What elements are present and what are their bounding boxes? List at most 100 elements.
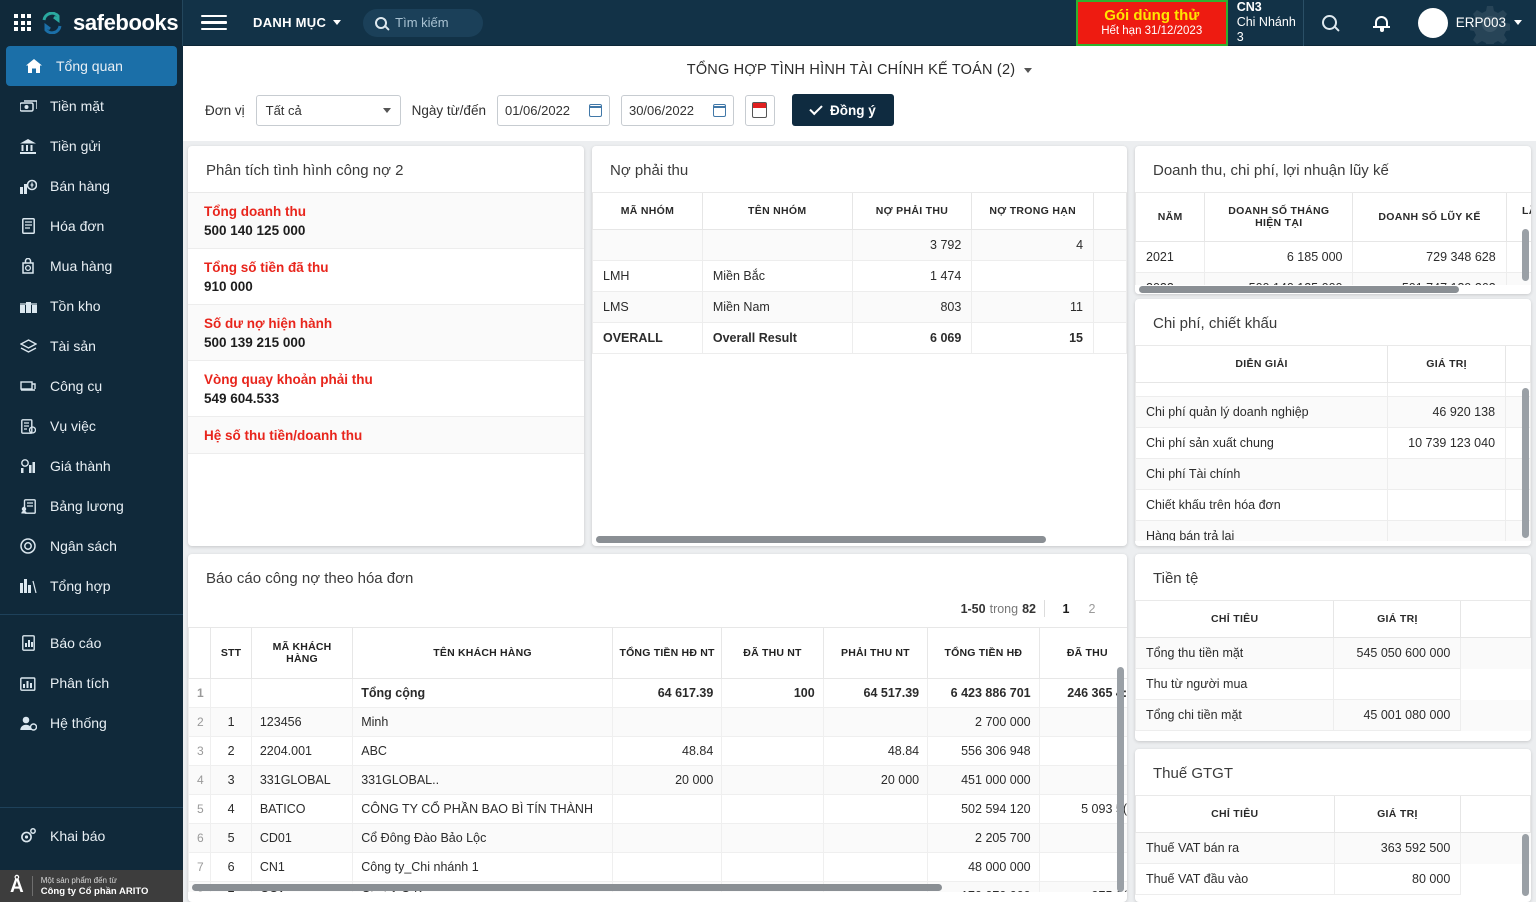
table-row[interactable]: Tổng thu tiền mặt 545 050 600 000 (1135, 637, 1531, 669)
table-row[interactable]: Chi phí sản xuất chung 10 739 123 040 (1135, 427, 1531, 459)
confirm-button[interactable]: Đồng ý (791, 94, 894, 126)
cell-label: Tổng thu tiền mặt (1135, 637, 1335, 669)
sidebar-item-khai-bao[interactable]: Khai báo (0, 816, 183, 856)
table-row[interactable]: Tổng chi tiền mặt 45 001 080 000 (1135, 699, 1531, 731)
calendar-icon[interactable] (712, 103, 726, 117)
sidebar-item-hoa-don[interactable]: Hóa đơn (0, 206, 183, 246)
trial-package-badge[interactable]: Gói dùng thử Hết hạn 31/12/2023 (1075, 0, 1228, 46)
invoice-icon (18, 217, 38, 235)
vertical-scrollbar-thumb[interactable] (1117, 667, 1124, 892)
table-row[interactable]: 7 6 CN1 Công ty_Chi nhánh 1 48 000 000 (188, 852, 1127, 882)
horizontal-scrollbar[interactable] (1135, 285, 1531, 294)
calendar-picker-button[interactable] (744, 94, 775, 126)
calendar-icon[interactable] (588, 103, 602, 117)
date-to-input[interactable]: 30/06/2022 (620, 94, 734, 126)
cell-total: 556 306 948 (927, 736, 1040, 766)
sidebar-item-tong-hop[interactable]: Tổng hợp (0, 566, 183, 606)
cell-paid (1038, 736, 1127, 766)
horizontal-scrollbar[interactable] (592, 535, 1127, 544)
sales-icon (18, 177, 38, 195)
hamburger-icon[interactable] (201, 14, 227, 31)
sidebar-item-phan-tich[interactable]: Phân tích (0, 663, 183, 703)
general-icon (18, 577, 38, 595)
sidebar-item-bang-luong[interactable]: Bảng lương (0, 486, 183, 526)
vertical-scrollbar-thumb[interactable] (1522, 388, 1529, 538)
cell-current-month: 500 140 125 000 (1204, 272, 1354, 285)
pagination-of-label: trong (989, 601, 1019, 616)
cell-rownum: 4 (188, 765, 212, 795)
cell-total: 451 000 000 (927, 765, 1040, 795)
search-icon (1322, 15, 1338, 30)
scrollbar-thumb[interactable] (596, 536, 1046, 543)
notification-button[interactable] (1356, 0, 1408, 46)
table-row[interactable]: LMS Miền Nam 803 11 (592, 291, 1127, 323)
header-search-button[interactable] (1304, 0, 1356, 46)
footer-line-2: Công ty Cổ phần ARITO (40, 885, 149, 897)
cost-icon (18, 457, 38, 475)
sidebar-item-ton-kho[interactable]: Tồn kho (0, 286, 183, 326)
table-row[interactable]: 1 Tổng cộng 64 617.39 100 64 517.39 6 42… (188, 678, 1127, 708)
cell-total: 6 423 886 701 (927, 678, 1040, 708)
unit-select[interactable]: Tất cả (255, 94, 401, 126)
pagination-page-1[interactable]: 1 (1053, 602, 1079, 616)
kpi-value: 500 140 125 000 (204, 223, 306, 238)
table-row-total[interactable]: OVERALL Overall Result 6 069 15 (592, 322, 1127, 354)
sidebar-item-tien-mat[interactable]: Tiền mặt (0, 86, 183, 126)
card-vat: Thuế GTGT CHỈ TIÊU GIÁ TRỊ Thuế VAT bán … (1135, 749, 1531, 902)
table-row[interactable]: 4 3 331GLOBAL 331GLOBAL.. 20 000 20 000 … (188, 765, 1127, 795)
table-row[interactable]: 2021 6 185 000 729 348 628 -6 100 526 (1135, 241, 1531, 273)
report-title-selector[interactable]: TỔNG HỢP TÌNH HÌNH TÀI CHÍNH KẾ TOÁN (2) (183, 62, 1536, 78)
pagination-page-2[interactable]: 2 (1079, 602, 1105, 616)
user-menu[interactable]: ERP003 (1408, 0, 1536, 46)
cell-paid (1038, 823, 1127, 853)
scrollbar-thumb[interactable] (192, 884, 942, 891)
table-row[interactable]: Chi phí Tài chính (1135, 458, 1531, 490)
sidebar-item-bao-cao[interactable]: Báo cáo (0, 623, 183, 663)
table-row[interactable]: Hàng bán trả lại (1135, 520, 1531, 541)
horizontal-scrollbar[interactable] (188, 883, 1127, 892)
table-row[interactable]: 3 792 4 (592, 229, 1127, 261)
sidebar-item-tien-gui[interactable]: Tiền gửi (0, 126, 183, 166)
table-row[interactable]: 6 5 CD01 Cổ Đông Đào Bảo Lộc 2 205 700 (188, 823, 1127, 853)
vertical-scrollbar-thumb[interactable] (1522, 229, 1529, 281)
table-row[interactable]: 5 4 BATICO CÔNG TY CỔ PHẦN BAO BÌ TÍN TH… (188, 794, 1127, 824)
cell-in-term: 15 (971, 322, 1095, 354)
sidebar-item-vu-viec[interactable]: Vụ việc (0, 406, 183, 446)
table-row[interactable]: 2022 500 140 125 000 501 747 139 263 499… (1135, 272, 1531, 285)
cell-value (1387, 489, 1507, 521)
date-from-input[interactable]: 01/06/2022 (496, 94, 610, 126)
sidebar-item-gia-thanh[interactable]: Giá thành (0, 446, 183, 486)
cell-extra (1460, 637, 1531, 669)
search-input[interactable]: Tìm kiếm (363, 8, 484, 37)
cell-name: Miền Bắc (701, 260, 853, 292)
table-row[interactable] (1135, 382, 1531, 397)
revenue-table: NĂM DOANH SỐ THÁNG HIỆN TẠI DOANH SỐ LŨY… (1135, 193, 1531, 285)
kpi-value: 549 604.533 (204, 391, 280, 406)
sidebar-item-he-thong[interactable]: Hệ thống (0, 703, 183, 743)
purchase-icon (18, 257, 38, 275)
card-currency: Tiền tệ CHỈ TIÊU GIÁ TRỊ Tổng thu tiền m… (1135, 554, 1531, 741)
sidebar-item-ban-hang[interactable]: Bán hàng (0, 166, 183, 206)
sidebar-item-cong-cu[interactable]: Công cụ (0, 366, 183, 406)
table-row[interactable]: Thu từ người mua (1135, 668, 1531, 700)
table-row[interactable]: Chiết khấu trên hóa đơn (1135, 489, 1531, 521)
cell-in-term: 11 (971, 291, 1095, 323)
cell-label: Thuế VAT đầu vào (1135, 863, 1335, 895)
table-row[interactable]: 3 2 2204.001 ABC 48.84 48.84 556 306 948 (188, 736, 1127, 766)
vertical-scrollbar-thumb[interactable] (1522, 834, 1529, 896)
sidebar-item-tai-san[interactable]: Tài sản (0, 326, 183, 366)
table-row[interactable]: Chi phí quản lý doanh nghiệp 46 920 138 (1135, 396, 1531, 428)
sidebar-item-ngan-sach[interactable]: Ngân sách (0, 526, 183, 566)
table-row[interactable]: Thuế VAT bán ra 363 592 500 (1135, 832, 1531, 864)
sidebar-item-tong-quan[interactable]: Tổng quan (6, 46, 177, 86)
table-row[interactable]: LMH Miền Bắc 1 474 (592, 260, 1127, 292)
table-row[interactable]: Thuế VAT đầu vào 80 000 (1135, 863, 1531, 895)
kpi-label: Số dư nợ hiện hành (204, 316, 333, 331)
grid-apps-icon[interactable] (14, 14, 31, 31)
catalog-menu[interactable]: DANH MỤC (253, 15, 342, 30)
sidebar-item-mua-hang[interactable]: Mua hàng (0, 246, 183, 286)
scrollbar-thumb[interactable] (1139, 286, 1459, 293)
inventory-icon (18, 297, 38, 315)
branch-selector[interactable]: CN3 Chi Nhánh 3 (1228, 0, 1304, 46)
table-row[interactable]: 2 1 123456 Minh 2 700 000 (188, 707, 1127, 737)
